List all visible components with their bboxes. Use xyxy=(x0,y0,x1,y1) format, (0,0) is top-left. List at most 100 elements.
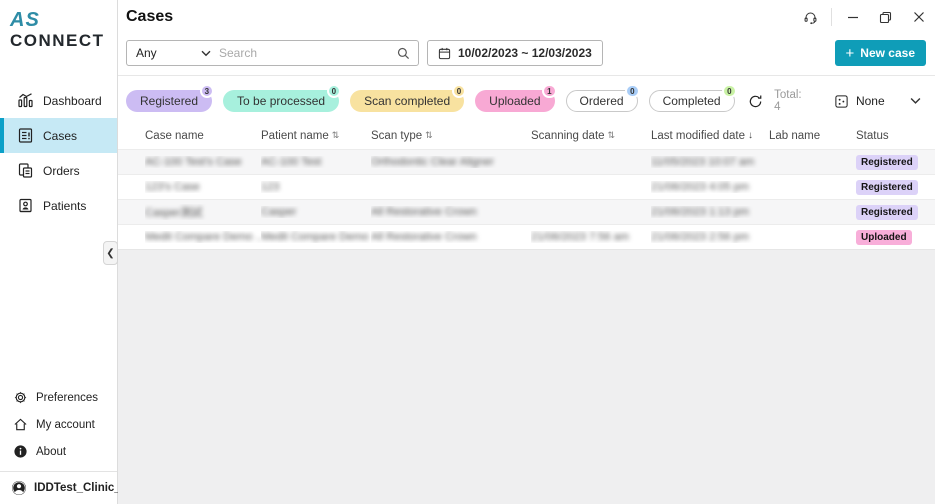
status-chip-count-badge: 0 xyxy=(327,84,341,98)
minimize-button[interactable] xyxy=(836,0,869,34)
close-button[interactable] xyxy=(902,0,935,34)
search-combo: Any xyxy=(126,40,419,66)
logo-name: CONNECT xyxy=(10,32,107,49)
cell-text: Medit Compare Demo ... xyxy=(145,231,261,243)
status-chip-count-badge: 3 xyxy=(200,84,214,98)
table-row[interactable]: Medit Compare Demo ...Medit Compare Demo… xyxy=(118,224,935,249)
cell-text: AC-100 Test xyxy=(261,156,321,168)
plus-icon: + xyxy=(846,46,855,61)
calendar-icon xyxy=(438,47,451,60)
status-chip-label: Uploaded xyxy=(489,94,540,108)
sidebar-item-dashboard[interactable]: Dashboard xyxy=(0,83,117,118)
refresh-button[interactable] xyxy=(748,91,764,111)
sidebar-footer: Preferences My account About IDDTest_Clini… xyxy=(0,384,117,504)
cell-text: Casper xyxy=(261,206,296,218)
cell-status: Registered xyxy=(856,155,935,170)
column-header-patient-name[interactable]: Patient name⇅ xyxy=(261,130,371,142)
sidebar-footer-label: About xyxy=(36,446,66,458)
status-chip-completed[interactable]: Completed0 xyxy=(649,90,735,112)
status-chip-count-badge: 0 xyxy=(722,84,736,98)
column-header-label: Scanning date xyxy=(531,130,605,142)
status-chip-to-be-processed[interactable]: To be processed0 xyxy=(223,90,339,112)
search-icon xyxy=(397,47,410,60)
status-chips: Registered3 To be processed0 Scan complete… xyxy=(126,90,735,112)
status-chip-ordered[interactable]: Ordered0 xyxy=(566,90,638,112)
new-case-button[interactable]: + New case xyxy=(835,40,926,66)
column-header-lab-name[interactable]: Lab name xyxy=(769,130,856,142)
support-headset-button[interactable] xyxy=(794,0,827,34)
status-badge: Registered xyxy=(856,205,918,220)
cell-text: 21/06/2023 4:05 pm xyxy=(651,181,749,193)
table-body: AC-100 Test's CaseAC-100 Test Orthodontic… xyxy=(118,149,935,249)
user-avatar-icon xyxy=(11,480,27,496)
search-button[interactable] xyxy=(389,47,418,60)
cell-scan-type: Orthodontic Clear Aligner xyxy=(371,156,531,168)
titlebar: Cases xyxy=(118,0,935,34)
table-header: Case namePatient name⇅Scan type⇅Scanning… xyxy=(118,122,935,149)
column-header-case-name[interactable]: Case name xyxy=(145,130,261,142)
column-header-status[interactable]: Status xyxy=(856,130,935,142)
status-badge: Registered xyxy=(856,155,918,170)
sidebar-item-preferences[interactable]: Preferences xyxy=(0,384,117,411)
maximize-restore-button[interactable] xyxy=(869,0,902,34)
column-header-last-modified-date[interactable]: Last modified date↓ xyxy=(651,130,769,142)
search-field-value: Any xyxy=(136,46,157,60)
status-filter-bar: Registered3 To be processed0 Scan complete… xyxy=(118,75,935,122)
table-row[interactable]: Casper測試CasperAll Restorative Crown21/06… xyxy=(118,199,935,224)
column-header-label: Patient name xyxy=(261,130,329,142)
sidebar-footer-nav: Preferences My account About xyxy=(0,384,117,465)
sort-icon: ⇅ xyxy=(425,130,433,141)
table-row[interactable]: AC-100 Test's CaseAC-100 Test Orthodontic… xyxy=(118,149,935,174)
date-range-picker[interactable]: 10/02/2023 ~ 12/03/2023 xyxy=(427,40,603,66)
page-title: Cases xyxy=(126,8,173,26)
sidebar-collapse-button[interactable]: ❮ xyxy=(103,241,118,265)
status-chip-label: Registered xyxy=(140,94,198,108)
status-chip-count-badge: 0 xyxy=(452,84,466,98)
status-chip-uploaded[interactable]: Uploaded1 xyxy=(475,90,554,112)
cell-status: Registered xyxy=(856,180,935,195)
sort-icon: ↓ xyxy=(748,130,753,141)
column-header-scan-type[interactable]: Scan type⇅ xyxy=(371,130,531,142)
headset-icon xyxy=(803,10,818,25)
sort-icon: ⇅ xyxy=(608,130,616,141)
cell-text: All Restorative Crown xyxy=(371,231,477,243)
status-chip-registered[interactable]: Registered3 xyxy=(126,90,212,112)
sidebar: AS CONNECT DashboardCasesOrdersPatients … xyxy=(0,0,118,504)
table-row[interactable]: 123's Case12321/06/2023 4:05 pmRegistere… xyxy=(118,174,935,199)
window-controls xyxy=(794,0,935,34)
group-by-icon xyxy=(834,94,849,109)
status-chip-label: Ordered xyxy=(580,94,624,108)
sidebar-item-patients[interactable]: Patients xyxy=(0,188,117,223)
restore-icon xyxy=(879,11,892,24)
cell-case-name: AC-100 Test's Case xyxy=(145,156,261,168)
sidebar-item-orders[interactable]: Orders xyxy=(0,153,117,188)
cell-status: Registered xyxy=(856,205,935,220)
column-header-scanning-date[interactable]: Scanning date⇅ xyxy=(531,130,651,142)
cell-text: 21/06/2023 7:56 am xyxy=(531,231,629,243)
app-window: AS CONNECT DashboardCasesOrdersPatients … xyxy=(0,0,935,504)
search-field-select[interactable]: Any xyxy=(127,46,219,60)
column-header-label: Lab name xyxy=(769,130,820,142)
sidebar-item-about[interactable]: About xyxy=(0,438,117,465)
app-logo: AS CONNECT xyxy=(0,0,117,53)
column-header-label: Case name xyxy=(145,130,204,142)
group-by-select[interactable]: None xyxy=(834,94,921,109)
search-input[interactable] xyxy=(219,46,389,60)
cases-icon xyxy=(17,127,34,144)
status-chip-count-badge: 1 xyxy=(542,84,556,98)
user-label: IDDTest_Clinic_... xyxy=(34,482,130,494)
cell-patient-name: AC-100 Test xyxy=(261,156,371,168)
group-by-value: None xyxy=(856,94,885,108)
sidebar-item-my-account[interactable]: My account xyxy=(0,411,117,438)
cell-last-modified-date: 11/05/2023 10:07 am xyxy=(651,156,769,168)
orders-icon xyxy=(17,162,34,179)
sidebar-item-cases[interactable]: Cases xyxy=(0,118,117,153)
cell-text: 123 xyxy=(261,181,279,193)
sidebar-item-account-user[interactable]: IDDTest_Clinic_... xyxy=(0,471,117,504)
sidebar-nav: DashboardCasesOrdersPatients xyxy=(0,83,117,223)
status-chip-scan-completed[interactable]: Scan completed0 xyxy=(350,90,464,112)
cell-scan-type: All Restorative Crown xyxy=(371,231,531,243)
cell-last-modified-date: 21/06/2023 4:05 pm xyxy=(651,181,769,193)
chevron-left-icon: ❮ xyxy=(106,248,114,259)
sidebar-footer-label: Preferences xyxy=(36,392,98,404)
